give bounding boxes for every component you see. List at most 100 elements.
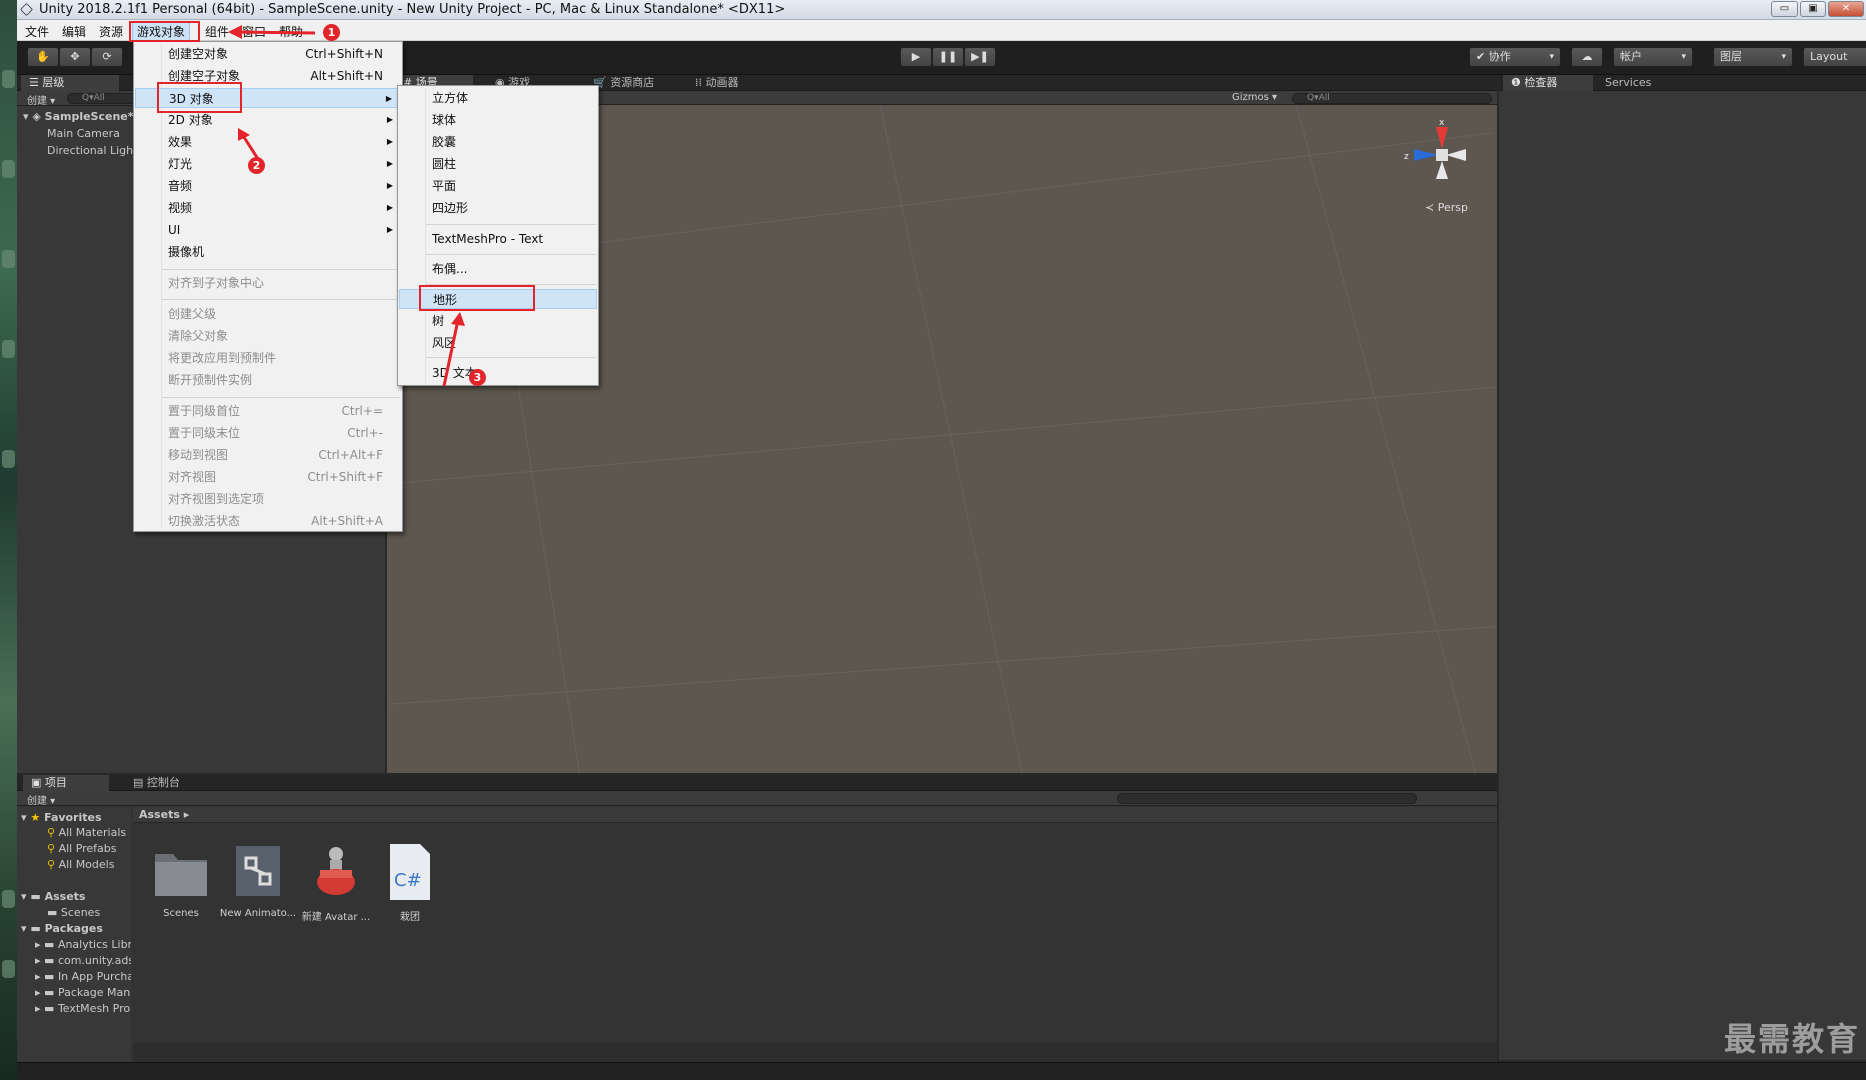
menu-help[interactable]: 帮助 (279, 23, 303, 40)
assets-node[interactable]: ▾ ▬ Assets (21, 890, 85, 903)
gizmo-center-cube[interactable] (1436, 149, 1448, 161)
tab-project[interactable]: ▣ 项目 (23, 775, 109, 791)
gameobject-menu-item[interactable]: 摄像机 (135, 242, 401, 262)
package-item[interactable]: ▸ ▬ Analytics Library (35, 938, 131, 951)
asset-animator-controller[interactable]: New Animato... (218, 838, 298, 919)
favorite-all-models[interactable]: ⚲ All Models (47, 858, 114, 871)
object3d-menu-item[interactable]: 风区 (399, 333, 597, 353)
menu-assets[interactable]: 资源 (99, 23, 123, 40)
gameobject-menu-item[interactable]: 将更改应用到预制件 (135, 348, 401, 368)
gameobject-menu-item[interactable]: 对齐到子对象中心 (135, 273, 401, 293)
star-icon: ★ (30, 811, 41, 824)
tab-services[interactable]: Services (1597, 75, 1677, 91)
menu-bar: 文件 编辑 资源 游戏对象 组件 窗口 帮助 (17, 20, 1866, 42)
gameobject-menu-item[interactable]: 音频 ▶ (135, 176, 401, 196)
gameobject-menu-item[interactable]: 置于同级首位 Ctrl+= (135, 401, 401, 421)
rotate-tool-button[interactable]: ⟳ (91, 47, 123, 67)
favorite-all-prefabs[interactable]: ⚲ All Prefabs (47, 842, 117, 855)
account-dropdown[interactable]: 帐户 (1613, 47, 1693, 67)
menu-file[interactable]: 文件 (25, 23, 49, 40)
package-item[interactable]: ▸ ▬ Package Manager UI (35, 986, 131, 999)
gameobject-menu-item[interactable]: 灯光 ▶ (135, 154, 401, 174)
gameobject-menu-item[interactable]: 创建空对象 Ctrl+Shift+N (135, 44, 401, 64)
layers-dropdown[interactable]: 图层 (1713, 47, 1793, 67)
step-button[interactable]: ▶❚ (964, 47, 996, 67)
gameobject-menu-item[interactable]: 2D 对象 ▶ (135, 110, 401, 130)
gameobject-menu-item[interactable]: 移动到视图 Ctrl+Alt+F (135, 445, 401, 465)
gameobject-menu-item[interactable]: 创建父级 (135, 304, 401, 324)
package-item[interactable]: ▸ ▬ TextMesh Pro (35, 1002, 130, 1015)
3d-object-submenu: 立方体 球体 胶囊 圆柱 平面 四边形 TextMeshPro - Text 布偶... 地形树… (397, 85, 599, 386)
hierarchy-item-directional-light[interactable]: Directional Light (47, 144, 137, 157)
tab-hierarchy[interactable]: ☰ 层级 (21, 75, 119, 91)
menu-edit[interactable]: 编辑 (62, 23, 86, 40)
gameobject-menu-item[interactable]: 切换激活状态 Alt+Shift+A (135, 511, 401, 531)
object3d-menu-item[interactable]: 球体 (399, 110, 597, 130)
gizmo-neg-y-axis[interactable] (1436, 161, 1448, 179)
favorite-all-materials[interactable]: ⚲ All Materials (47, 826, 126, 839)
minimize-button[interactable]: ▭ (1771, 1, 1798, 17)
object3d-menu-item[interactable]: 立方体 (399, 88, 597, 108)
asset-avatar-mask[interactable]: 新建 Avatar ... (296, 838, 376, 923)
object3d-menu-item[interactable]: 树 (399, 311, 597, 331)
pause-button[interactable]: ❚❚ (932, 47, 964, 67)
folder-scenes[interactable]: ▬ Scenes (47, 906, 100, 919)
gameobject-menu-item[interactable]: 断开预制件实例 (135, 370, 401, 390)
gameobject-menu-item[interactable]: 视频 ▶ (135, 198, 401, 218)
object3d-menu-item[interactable]: 四边形 (399, 198, 597, 218)
project-search-input[interactable] (1117, 793, 1417, 804)
maximize-button[interactable]: ▣ (1800, 1, 1826, 17)
object3d-menu-item[interactable]: 平面 (399, 176, 597, 196)
desktop-icon (2, 340, 15, 358)
tab-animator[interactable]: ⁞⁞ 动画器 (687, 75, 767, 91)
asset-csharp-script[interactable]: C# 栽团 (370, 838, 450, 923)
menu-item-label: 平面 (432, 179, 457, 193)
perspective-label[interactable]: ≺ Persp (1425, 201, 1468, 214)
gizmo-neg-x-axis[interactable] (1446, 149, 1466, 161)
menu-item-label: 立方体 (432, 91, 469, 105)
project-create-button[interactable]: 创建 ▾ (27, 792, 55, 807)
layout-dropdown[interactable]: Layout (1803, 47, 1866, 67)
cloud-button[interactable]: ☁ (1571, 47, 1603, 67)
grid-line (388, 626, 1496, 705)
object3d-menu-item[interactable]: 胶囊 (399, 132, 597, 152)
packages-node[interactable]: ▾ ▬ Packages (21, 922, 103, 935)
menu-separator (162, 269, 400, 270)
object3d-menu-item[interactable]: 布偶... (399, 259, 597, 279)
submenu-arrow-icon: ▶ (386, 115, 393, 124)
menu-component[interactable]: 组件 (205, 23, 229, 40)
gizmo-z-axis[interactable] (1414, 149, 1438, 161)
gizmo-x-axis[interactable] (1436, 127, 1448, 149)
tab-inspector[interactable]: ❶ 检查器 (1503, 75, 1593, 91)
gizmos-dropdown[interactable]: Gizmos ▾ (1232, 92, 1277, 103)
hand-tool-button[interactable]: ✋ (27, 47, 59, 67)
object3d-menu-item[interactable]: TextMeshPro - Text (399, 229, 597, 249)
collab-dropdown[interactable]: ✔ 协作 (1469, 47, 1561, 67)
gameobject-menu-item[interactable]: 对齐视图到选定项 (135, 489, 401, 509)
orientation-gizmo[interactable]: x z (1402, 115, 1482, 195)
gameobject-menu-item[interactable]: 清除父对象 (135, 326, 401, 346)
hierarchy-item-main-camera[interactable]: Main Camera (47, 127, 120, 140)
favorites-node[interactable]: ▾ ★ Favorites (21, 811, 102, 824)
menu-item-label: 效果 (168, 135, 193, 149)
scene-search-input[interactable]: Q▾All (1292, 93, 1492, 104)
menu-item-shortcut: Ctrl+= (341, 404, 383, 418)
move-tool-button[interactable]: ✥ (59, 47, 91, 67)
scene-root[interactable]: ▾ ◈ SampleScene* (23, 110, 134, 123)
breadcrumb[interactable]: Assets ▸ (139, 808, 189, 821)
package-item[interactable]: ▸ ▬ com.unity.ads (35, 954, 131, 967)
gameobject-menu-item[interactable]: 效果 ▶ (135, 132, 401, 152)
play-button[interactable]: ▶ (900, 47, 932, 67)
gameobject-menu-item[interactable]: 对齐视图 Ctrl+Shift+F (135, 467, 401, 487)
asset-scenes-folder[interactable]: Scenes (141, 838, 221, 919)
menu-window[interactable]: 窗口 (242, 23, 266, 40)
tab-console[interactable]: ▤ 控制台 (125, 775, 211, 791)
menu-item-label: 置于同级首位 (168, 404, 241, 418)
gameobject-menu-item[interactable]: 置于同级末位 Ctrl+- (135, 423, 401, 443)
hierarchy-create-button[interactable]: 创建 ▾ (27, 92, 55, 107)
close-button[interactable]: ✕ (1828, 1, 1864, 17)
object3d-menu-item[interactable]: 3D 文本 (399, 363, 597, 383)
gameobject-menu-item[interactable]: UI ▶ (135, 220, 401, 240)
object3d-menu-item[interactable]: 圆柱 (399, 154, 597, 174)
package-item[interactable]: ▸ ▬ In App Purchasing (35, 970, 131, 983)
